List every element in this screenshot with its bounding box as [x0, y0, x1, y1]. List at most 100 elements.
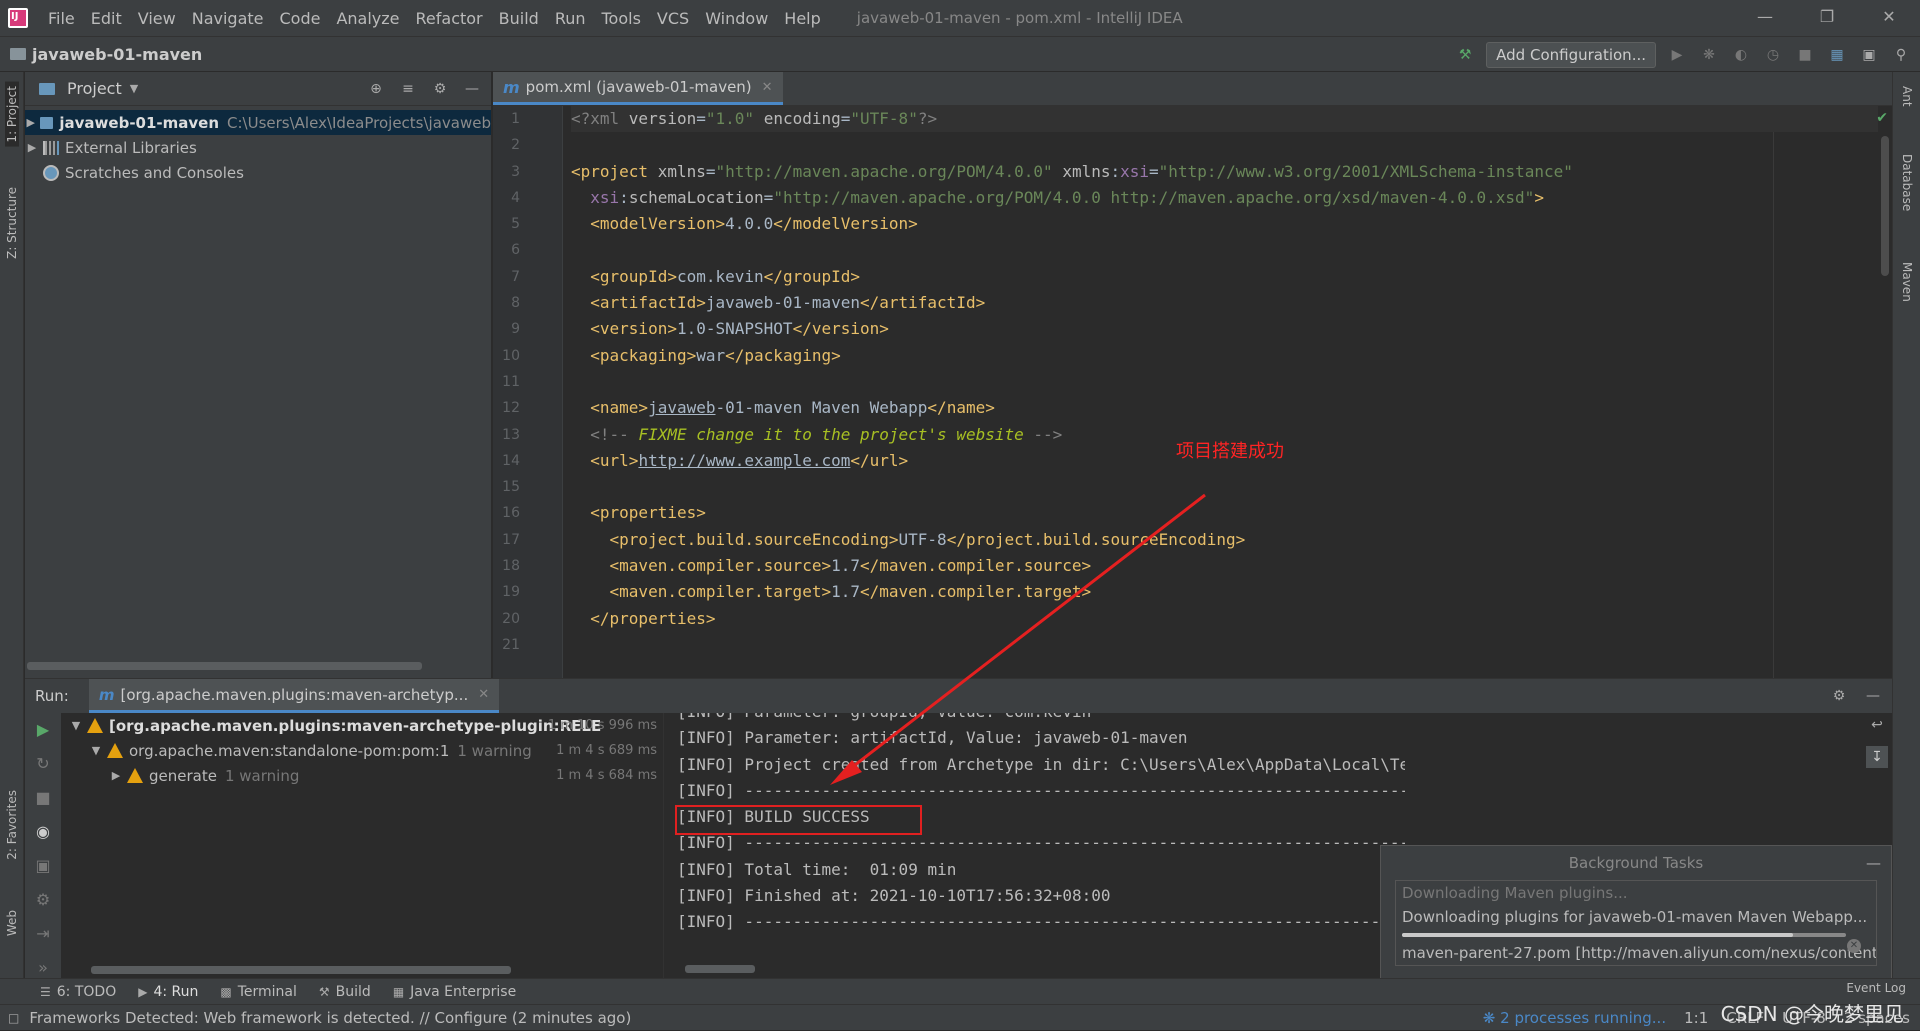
- restore-icon[interactable]: ❐: [1796, 0, 1858, 36]
- code-line[interactable]: <properties>: [571, 500, 1892, 526]
- debug-icon[interactable]: ❋: [1698, 44, 1720, 66]
- close-tab-icon[interactable]: ✕: [478, 687, 489, 702]
- menu-edit[interactable]: Edit: [83, 9, 130, 28]
- code-line[interactable]: <packaging>war</packaging>: [571, 343, 1892, 369]
- camera-icon[interactable]: ▣: [25, 849, 61, 883]
- expand-arrow-icon[interactable]: ▶: [25, 116, 36, 129]
- menu-navigate[interactable]: Navigate: [184, 9, 272, 28]
- tree-item-external-libraries[interactable]: ▶ External Libraries: [25, 135, 491, 160]
- add-configuration-button[interactable]: Add Configuration...: [1486, 42, 1656, 68]
- code-line[interactable]: [571, 474, 1892, 500]
- horizontal-scrollbar[interactable]: [91, 966, 511, 974]
- eye-icon[interactable]: ◉: [25, 815, 61, 849]
- tree-item-scratches[interactable]: Scratches and Consoles: [25, 160, 491, 185]
- code-line[interactable]: <modelVersion>4.0.0</modelVersion>: [571, 211, 1892, 237]
- event-log-button[interactable]: Event Log: [1846, 981, 1906, 995]
- expand-arrow-icon[interactable]: ▶: [25, 141, 39, 154]
- menu-file[interactable]: File: [40, 9, 83, 28]
- console-scrollbar[interactable]: [685, 965, 755, 973]
- code-line[interactable]: <?xml version="1.0" encoding="UTF-8"?>: [571, 106, 1892, 133]
- menu-code[interactable]: Code: [272, 9, 329, 28]
- code-line[interactable]: [571, 237, 1892, 263]
- profile-icon[interactable]: ◷: [1762, 44, 1784, 66]
- code-line[interactable]: <maven.compiler.source>1.7</maven.compil…: [571, 553, 1892, 579]
- run-tree-row[interactable]: ▶ generate 1 warning 1 m 4 s 684 ms: [61, 763, 663, 788]
- tab-pom-xml[interactable]: m pom.xml (javaweb-01-maven) ✕: [493, 72, 783, 105]
- tree-item-project-root[interactable]: ▶ javaweb-01-maven C:\Users\Alex\IdeaPro…: [25, 110, 491, 135]
- console-output[interactable]: [INFO] Parameter: groupId, Value: com.ke…: [665, 713, 1405, 978]
- hide-icon[interactable]: —: [1862, 685, 1884, 707]
- expand-arrow-icon[interactable]: ▼: [89, 744, 103, 757]
- web-tool-tab[interactable]: Web: [5, 910, 19, 936]
- gear-icon[interactable]: ⚙: [429, 78, 451, 100]
- collapse-all-icon[interactable]: ≡: [397, 78, 419, 100]
- menu-build[interactable]: Build: [491, 9, 547, 28]
- search-icon[interactable]: ⚲: [1890, 44, 1912, 66]
- ant-tool-tab[interactable]: Ant: [1900, 86, 1914, 107]
- menu-vcs[interactable]: VCS: [649, 9, 697, 28]
- chevron-down-icon[interactable]: ▼: [130, 82, 138, 95]
- processes-indicator[interactable]: ❋ 2 processes running...: [1483, 1009, 1666, 1027]
- menu-help[interactable]: Help: [776, 9, 828, 28]
- exit-icon[interactable]: ⇥: [25, 917, 61, 951]
- tab-java-enterprise[interactable]: ▦ Java Enterprise: [393, 984, 516, 1000]
- menu-run[interactable]: Run: [547, 9, 594, 28]
- breadcrumb-project[interactable]: javaweb-01-maven: [32, 45, 202, 64]
- expand-arrow-icon[interactable]: ▶: [109, 769, 123, 782]
- hide-icon[interactable]: —: [461, 78, 483, 100]
- coverage-icon[interactable]: ◐: [1730, 44, 1752, 66]
- status-message[interactable]: Frameworks Detected: Web framework is de…: [29, 1009, 631, 1027]
- run-tree-row[interactable]: ▼ org.apache.maven:standalone-pom:pom:1 …: [61, 738, 663, 763]
- code-line[interactable]: [571, 132, 1892, 158]
- toggle-tool-windows-icon[interactable]: □: [8, 1011, 19, 1025]
- horizontal-scrollbar[interactable]: [27, 662, 422, 670]
- rerun-icon[interactable]: ▶: [25, 713, 61, 747]
- code-line[interactable]: <project xmlns="http://maven.apache.org/…: [571, 159, 1892, 185]
- scroll-to-end-icon[interactable]: ↧: [1866, 746, 1888, 768]
- project-view-dropdown[interactable]: Project: [67, 79, 122, 98]
- project-tool-tab[interactable]: 1: Project: [5, 82, 19, 147]
- code-line[interactable]: <artifactId>javaweb-01-maven</artifactId…: [571, 290, 1892, 316]
- code-line[interactable]: [571, 632, 1892, 658]
- code-line[interactable]: [571, 369, 1892, 395]
- menu-tools[interactable]: Tools: [594, 9, 649, 28]
- maven-tool-tab[interactable]: Maven: [1900, 262, 1914, 302]
- cancel-task-icon[interactable]: ✕: [1847, 939, 1861, 953]
- stop-icon[interactable]: ■: [25, 781, 61, 815]
- code-line[interactable]: xsi:schemaLocation="http://maven.apache.…: [571, 185, 1892, 211]
- code-area[interactable]: <?xml version="1.0" encoding="UTF-8"?> <…: [571, 106, 1892, 678]
- run-tree-row[interactable]: ▼ [org.apache.maven.plugins:maven-archet…: [61, 713, 663, 738]
- tab-run[interactable]: ▶ 4: Run: [138, 984, 198, 1000]
- menu-analyze[interactable]: Analyze: [328, 9, 407, 28]
- toggle-offline-icon[interactable]: ↻: [25, 747, 61, 781]
- code-line[interactable]: <maven.compiler.target>1.7</maven.compil…: [571, 579, 1892, 605]
- code-line[interactable]: <groupId>com.kevin</groupId>: [571, 264, 1892, 290]
- menu-window[interactable]: Window: [697, 9, 776, 28]
- code-line[interactable]: </properties>: [571, 606, 1892, 632]
- editor-scrollbar[interactable]: [1878, 106, 1892, 678]
- tab-build[interactable]: ⚒ Build: [319, 984, 371, 1000]
- gear-icon[interactable]: ⚙: [1828, 685, 1850, 707]
- locate-icon[interactable]: ⊕: [365, 78, 387, 100]
- run-tab[interactable]: m [org.apache.maven.plugins:maven-archet…: [88, 679, 500, 713]
- close-icon[interactable]: ✕: [1858, 0, 1920, 36]
- hammer-build-icon[interactable]: ⚒: [1454, 44, 1476, 66]
- minimize-icon[interactable]: —: [1866, 846, 1881, 880]
- settings-bug-icon[interactable]: ⚙: [25, 883, 61, 917]
- code-line[interactable]: <project.build.sourceEncoding>UTF-8</pro…: [571, 527, 1892, 553]
- soft-wrap-icon[interactable]: ↩: [1866, 714, 1888, 736]
- close-tab-icon[interactable]: ✕: [762, 80, 773, 95]
- breadcrumb[interactable]: javaweb-01-maven: [10, 45, 202, 64]
- structure-tool-tab[interactable]: Z: Structure: [5, 187, 19, 259]
- minimize-icon[interactable]: —: [1734, 0, 1796, 36]
- menu-refactor[interactable]: Refactor: [408, 9, 491, 28]
- menu-view[interactable]: View: [130, 9, 184, 28]
- database-tool-tab[interactable]: Database: [1900, 154, 1914, 211]
- code-line[interactable]: <version>1.0-SNAPSHOT</version>: [571, 316, 1892, 342]
- stop-icon[interactable]: ■: [1794, 44, 1816, 66]
- presentation-icon[interactable]: ▣: [1858, 44, 1880, 66]
- favorites-tool-tab[interactable]: 2: Favorites: [5, 790, 19, 860]
- tab-terminal[interactable]: ▩ Terminal: [220, 984, 297, 1000]
- project-structure-icon[interactable]: ▦: [1826, 44, 1848, 66]
- tab-todo[interactable]: ☰ 6: TODO: [40, 984, 116, 1000]
